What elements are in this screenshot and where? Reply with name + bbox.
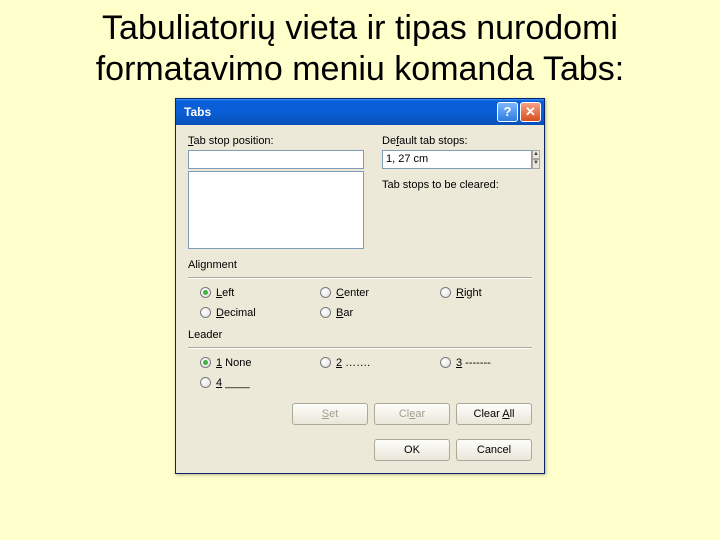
alignment-center-radio[interactable]: Center (320, 287, 440, 299)
radio-label: Decimal (216, 307, 256, 319)
alignment-decimal-radio[interactable]: Decimal (200, 307, 320, 319)
radio-icon (440, 357, 451, 368)
dialog-titlebar[interactable]: Tabs ? ✕ (176, 99, 544, 125)
divider (188, 347, 532, 349)
radio-label: 4 ____ (216, 377, 250, 389)
help-icon: ? (504, 104, 512, 119)
slide-title: Tabuliatorių vieta ir tipas nurodomi for… (0, 0, 720, 94)
radio-icon (320, 307, 331, 318)
close-button[interactable]: ✕ (520, 102, 541, 122)
tab-stop-position-label: Tab stop position: (188, 135, 364, 147)
alignment-left-radio[interactable]: Left (200, 287, 320, 299)
clear-button[interactable]: Clear (374, 403, 450, 425)
tab-stop-position-input[interactable] (188, 150, 364, 169)
radio-icon (200, 357, 211, 368)
leader-dots-radio[interactable]: 2 ……. (320, 357, 440, 369)
radio-label: Bar (336, 307, 353, 319)
default-tab-stops-spinner[interactable]: ▲ ▼ (382, 150, 532, 169)
radio-label: 2 ……. (336, 357, 370, 369)
radio-label: Center (336, 287, 369, 299)
radio-icon (320, 287, 331, 298)
default-tab-stops-label: Default tab stops: (382, 135, 532, 147)
cancel-button[interactable]: Cancel (456, 439, 532, 461)
radio-icon (200, 307, 211, 318)
leader-group-label: Leader (188, 329, 532, 341)
alignment-right-radio[interactable]: Right (440, 287, 540, 299)
radio-label: 1 None (216, 357, 251, 369)
tab-stop-listbox[interactable] (188, 171, 364, 249)
help-button[interactable]: ? (497, 102, 518, 122)
close-icon: ✕ (525, 104, 536, 120)
spinner-down-icon[interactable]: ▼ (532, 159, 540, 169)
spinner-up-icon[interactable]: ▲ (532, 150, 540, 160)
radio-label: Right (456, 287, 482, 299)
default-tab-stops-input[interactable] (382, 150, 532, 169)
radio-icon (200, 377, 211, 388)
dialog-title: Tabs (184, 105, 495, 119)
radio-label: Left (216, 287, 234, 299)
leader-underline-radio[interactable]: 4 ____ (200, 377, 320, 389)
tabs-dialog: Tabs ? ✕ Tab stop position: Default tab … (175, 98, 545, 474)
radio-label: 3 ------- (456, 357, 491, 369)
ok-button[interactable]: OK (374, 439, 450, 461)
leader-none-radio[interactable]: 1 None (200, 357, 320, 369)
divider (188, 277, 532, 279)
set-button[interactable]: Set (292, 403, 368, 425)
leader-dashes-radio[interactable]: 3 ------- (440, 357, 540, 369)
radio-icon (320, 357, 331, 368)
tab-stops-cleared-label: Tab stops to be cleared: (382, 179, 532, 191)
radio-icon (200, 287, 211, 298)
alignment-bar-radio[interactable]: Bar (320, 307, 440, 319)
radio-icon (440, 287, 451, 298)
alignment-group-label: Alignment (188, 259, 532, 271)
clear-all-button[interactable]: Clear All (456, 403, 532, 425)
